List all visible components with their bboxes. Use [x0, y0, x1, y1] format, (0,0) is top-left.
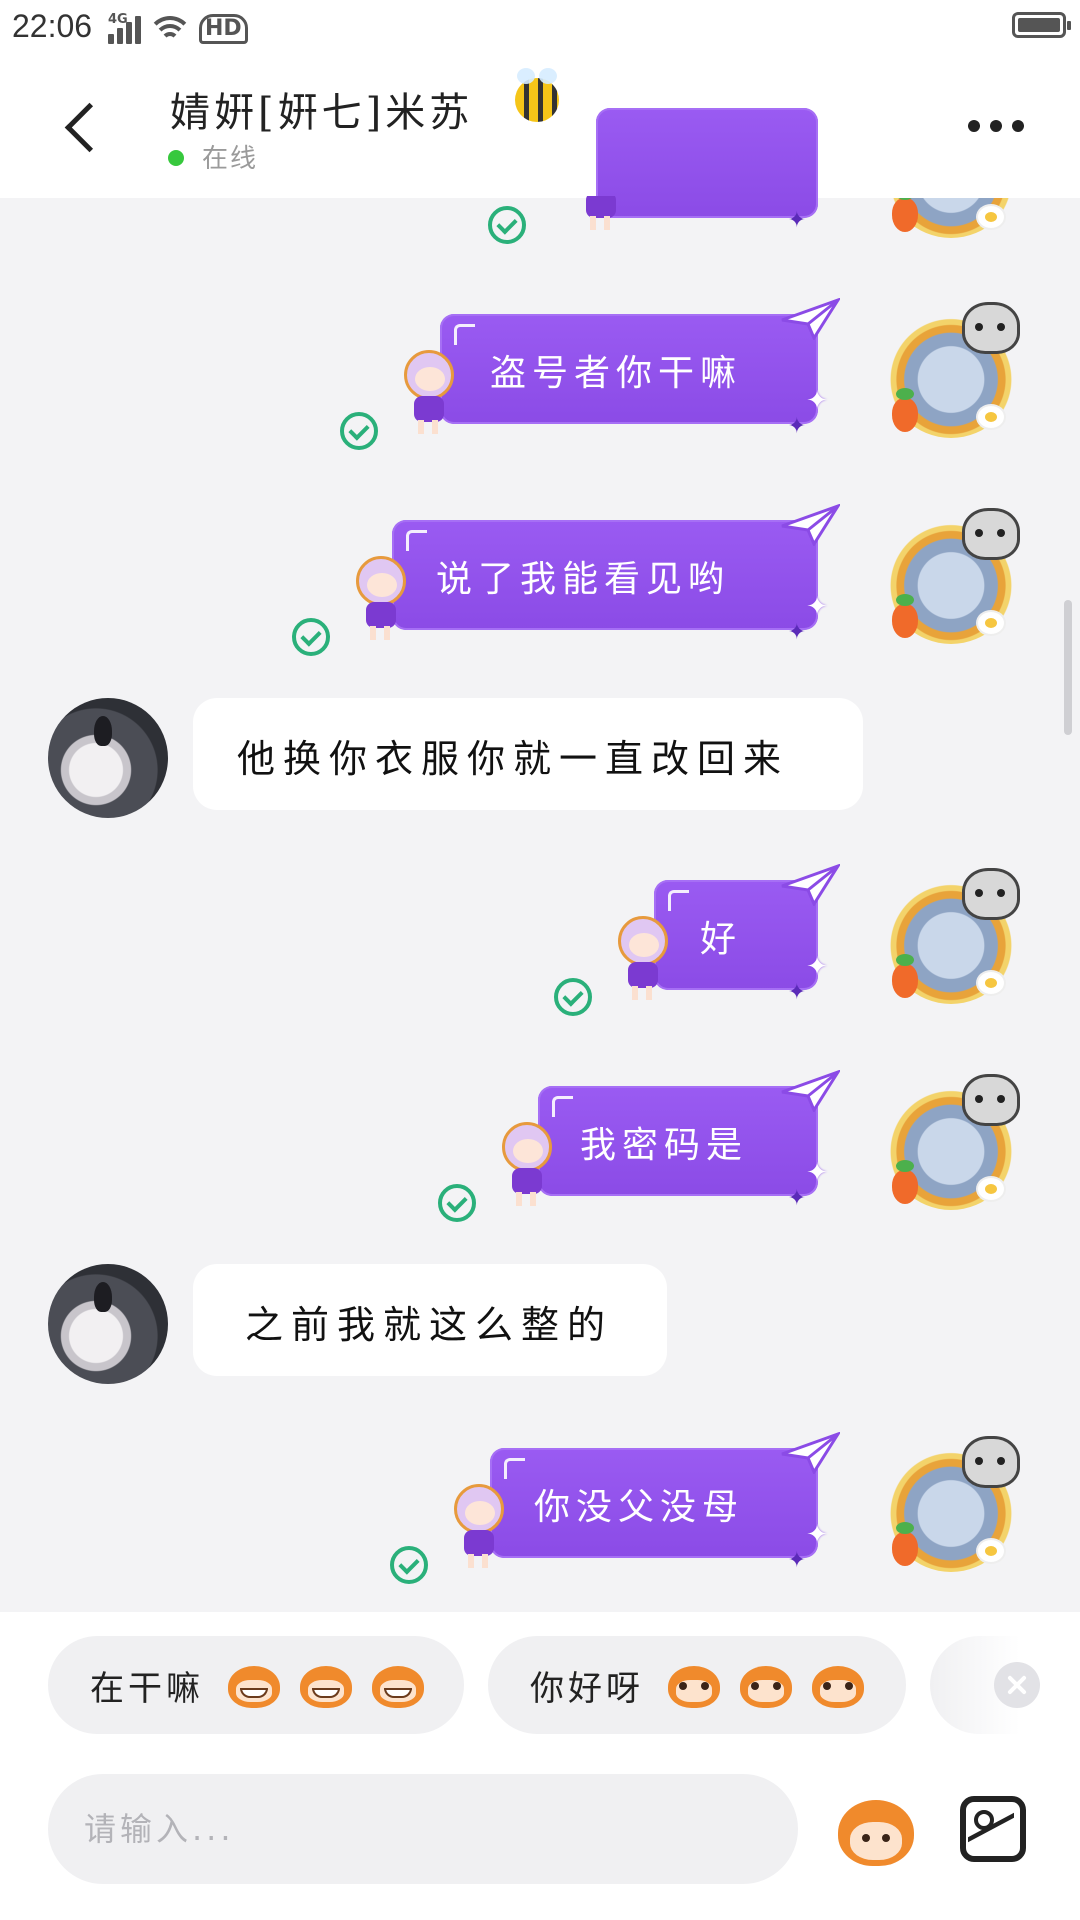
paper-plane-icon [781, 864, 840, 906]
incoming-message-bubble[interactable]: 他换你衣服你就一直改回来 [193, 698, 863, 810]
read-check-icon [390, 1546, 428, 1584]
my-avatar[interactable] [886, 508, 1020, 644]
read-check-icon [340, 412, 378, 450]
grin-monkey-icon [224, 1660, 284, 1710]
message-input[interactable] [48, 1774, 798, 1884]
grin-monkey-icon [368, 1660, 428, 1710]
status-icons: 4G HD [108, 10, 248, 44]
online-status-text: 在线 [202, 144, 259, 174]
sparkle-icon: ✦ [806, 952, 828, 982]
message-text: 他换你衣服你就一直改回来 [237, 737, 790, 781]
hd-icon: HD [199, 14, 248, 44]
message-text: 我密码是 [580, 1125, 749, 1166]
paper-plane-icon [781, 298, 840, 340]
battery-icon [1012, 12, 1071, 38]
read-check-icon [438, 1184, 476, 1222]
outgoing-message-bubble[interactable]: 好 ✦ ✦ [618, 864, 840, 1004]
sparkle-icon: ✦ [787, 980, 806, 1005]
quick-reply-text: 在干嘛 [90, 1668, 204, 1709]
incoming-message-bubble[interactable]: 之前我就这么整的 [193, 1264, 667, 1376]
outgoing-message-bubble[interactable]: 你没父没母 ✦ ✦ [454, 1432, 840, 1572]
read-check-icon [554, 978, 592, 1016]
smile-monkey-icon [808, 1660, 868, 1710]
sparkle-icon: ✦ [787, 1548, 806, 1573]
network-type-label: 4G [108, 12, 128, 27]
smile-monkey-icon [664, 1660, 724, 1710]
message-text: 好 [700, 919, 743, 960]
emoji-button-icon[interactable] [834, 1790, 918, 1870]
my-avatar[interactable] [886, 1074, 1020, 1210]
outgoing-message-bubble[interactable]: 盗号者你干嘛 ✦ ✦ [404, 298, 840, 438]
astronaut-sticker-icon [400, 350, 458, 436]
more-options-icon[interactable] [968, 120, 1024, 132]
sparkle-icon: ✦ [806, 592, 828, 622]
my-avatar[interactable] [886, 1436, 1020, 1572]
quick-reply-chip[interactable]: 在干嘛 [48, 1636, 464, 1734]
wifi-icon [151, 14, 189, 44]
image-picker-icon[interactable] [960, 1796, 1026, 1862]
paper-plane-icon [781, 1070, 840, 1112]
sparkle-icon: ✦ [806, 1158, 828, 1188]
quick-reply-text: 你好呀 [530, 1668, 644, 1709]
scrollbar[interactable] [1064, 600, 1072, 735]
my-avatar[interactable] [886, 868, 1020, 1004]
message-text: 之前我就这么整的 [245, 1303, 614, 1347]
bee-emoji-icon [515, 68, 559, 122]
sparkle-icon: ✦ [787, 1186, 806, 1211]
back-arrow-icon[interactable] [60, 98, 100, 158]
sparkle-icon: ✦ [806, 386, 828, 416]
outgoing-message-bubble[interactable]: 我密码是 ✦ ✦ [502, 1070, 840, 1210]
contact-name[interactable]: 婧姸[姸七]米苏 [170, 80, 473, 138]
astronaut-sticker-icon [498, 1122, 556, 1208]
quick-reply-chip[interactable]: 你好呀 [488, 1636, 906, 1734]
astronaut-sticker-icon [614, 916, 672, 1002]
astronaut-sticker-icon [572, 196, 630, 236]
my-avatar[interactable] [886, 302, 1020, 438]
status-bar: 22:06 4G HD [0, 0, 1080, 58]
online-status-dot [168, 150, 184, 166]
astronaut-sticker-icon [450, 1484, 508, 1570]
contact-avatar[interactable] [48, 1264, 168, 1384]
close-quick-replies-icon[interactable] [994, 1662, 1040, 1708]
smile-monkey-icon [736, 1660, 796, 1710]
status-time: 22:06 [12, 8, 93, 44]
sparkle-icon: ✦ [787, 208, 806, 233]
message-text: 盗号者你干嘛 [490, 353, 743, 394]
sparkle-icon: ✦ [787, 620, 806, 645]
message-text: 说了我能看见哟 [436, 559, 731, 600]
astronaut-sticker-icon [352, 556, 410, 642]
chat-header: 婧姸[姸七]米苏 在线 [0, 58, 1080, 198]
outgoing-message-bubble[interactable]: 说了我能看见哟 ✦ ✦ [356, 504, 840, 644]
sparkle-icon: ✦ [787, 414, 806, 439]
paper-plane-icon [781, 504, 840, 546]
sparkle-icon: ✦ [806, 1520, 828, 1550]
signal-icon: 4G [108, 12, 141, 44]
grin-monkey-icon [296, 1660, 356, 1710]
paper-plane-icon [781, 1432, 840, 1474]
message-text: 你没父没母 [534, 1487, 745, 1528]
read-check-icon [292, 618, 330, 656]
contact-avatar[interactable] [48, 698, 168, 818]
read-check-icon [488, 206, 526, 244]
